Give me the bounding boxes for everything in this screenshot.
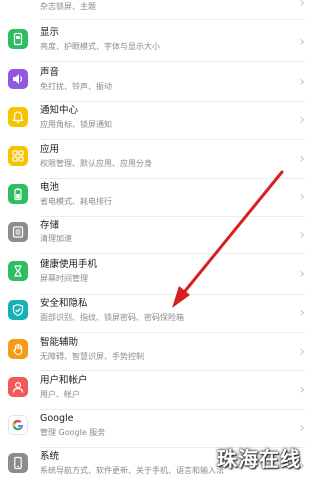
watermark-logo: 珠海在线 bbox=[217, 447, 301, 471]
annotation-arrow bbox=[172, 170, 284, 308]
